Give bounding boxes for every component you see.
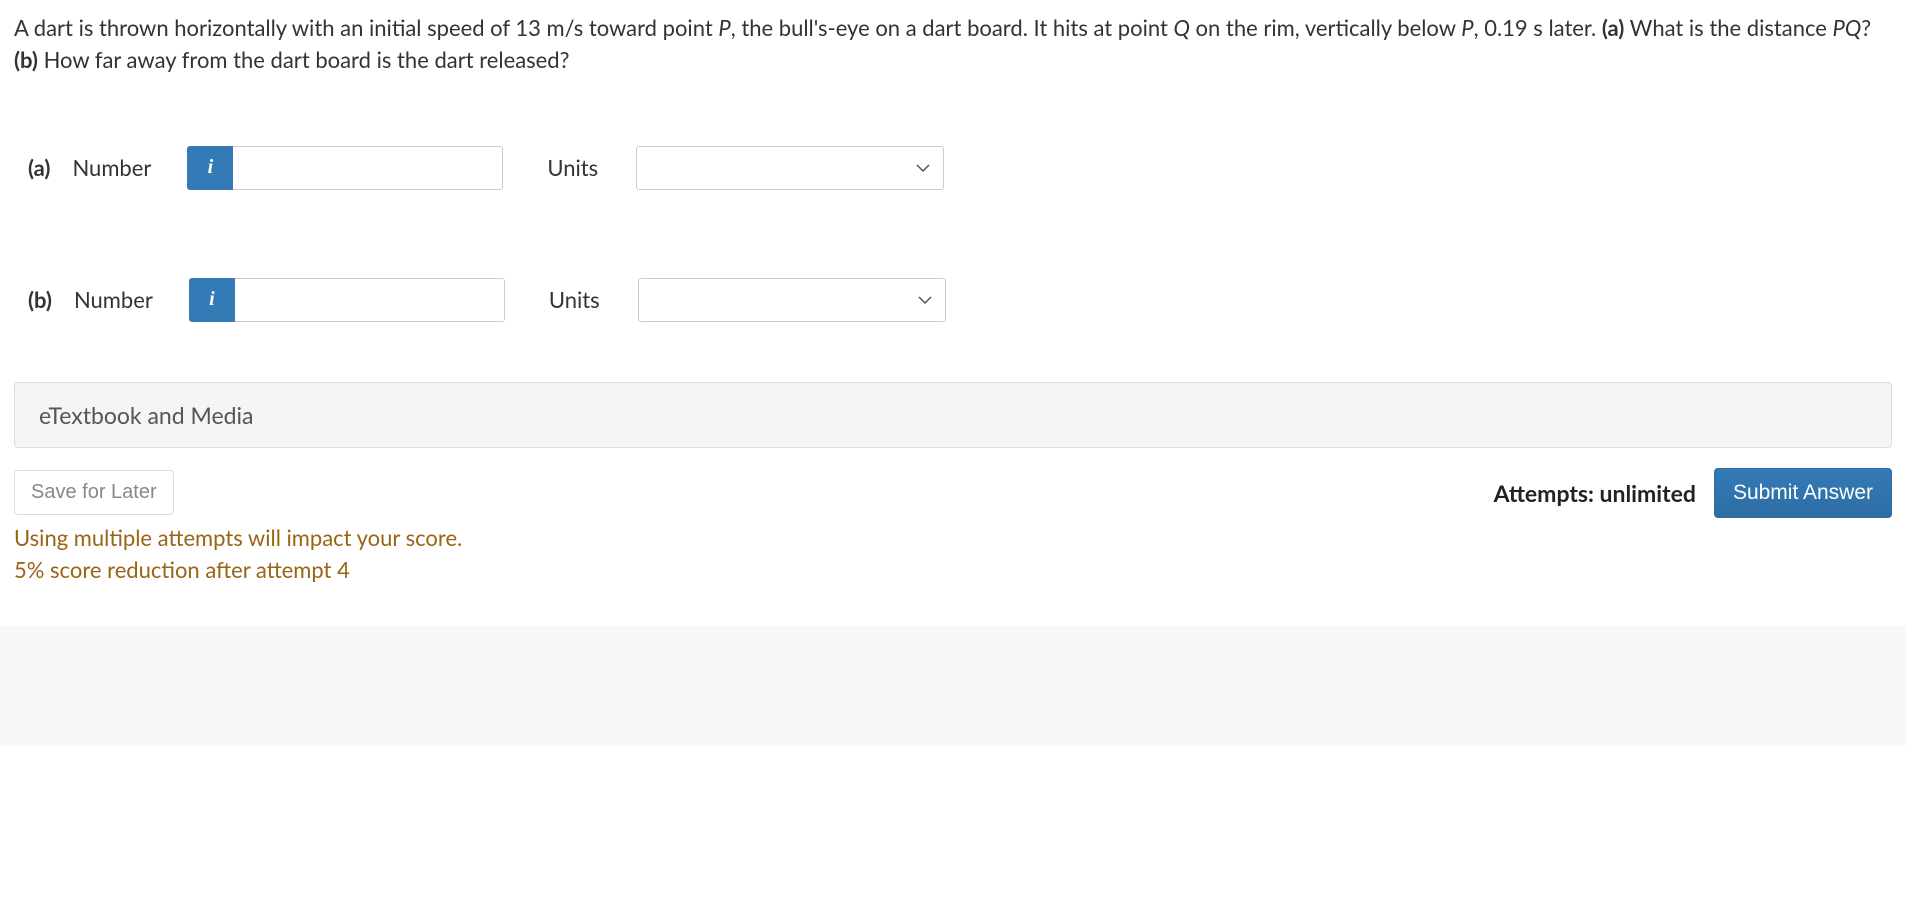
question-part: How far away from the dart board is the … [38, 46, 570, 73]
part-a-bold: (a) [1602, 14, 1624, 41]
submit-answer-button[interactable]: Submit Answer [1714, 468, 1892, 518]
units-select-a[interactable] [636, 146, 944, 190]
question-part: ? [1861, 14, 1871, 41]
part-label-a: (a) [28, 154, 50, 181]
save-for-later-button[interactable]: Save for Later [14, 470, 174, 515]
var-q: Q [1174, 14, 1190, 41]
info-icon[interactable]: i [187, 146, 233, 190]
var-p: P [718, 14, 730, 41]
question-part: What is the distance [1624, 14, 1832, 41]
accordion-title: eTextbook and Media [39, 401, 253, 429]
part-b-bold: (b) [14, 46, 38, 73]
question-part: on the rim, vertically below [1190, 14, 1461, 41]
var-pq: PQ [1833, 14, 1862, 41]
answer-row-b: (b) Number i Units [28, 278, 1892, 322]
policy-line: Using multiple attempts will impact your… [14, 522, 1892, 554]
units-label-b: Units [549, 286, 600, 313]
policy-line: 5% score reduction after attempt 4 [14, 554, 1892, 586]
units-select-wrap-a [636, 146, 944, 190]
question-part: A dart is thrown horizontally with an in… [14, 14, 718, 41]
info-icon[interactable]: i [189, 278, 235, 322]
question-part: , the bull's-eye on a dart board. It hit… [731, 14, 1174, 41]
question-part: , 0.19 s later. [1474, 14, 1602, 41]
footer-row: Save for Later Attempts: unlimited Submi… [14, 468, 1892, 518]
part-label-b: (b) [28, 286, 52, 313]
var-p: P [1461, 14, 1473, 41]
number-label-a: Number [72, 154, 151, 181]
answer-block: (a) Number i Units (b) Number i Units [28, 146, 1892, 322]
number-label-b: Number [74, 286, 153, 313]
etextbook-accordion[interactable]: eTextbook and Media [14, 382, 1892, 448]
score-policy-text: Using multiple attempts will impact your… [14, 522, 1892, 586]
bottom-band [0, 626, 1906, 746]
question-text: A dart is thrown horizontally with an in… [14, 12, 1892, 76]
answer-row-a: (a) Number i Units [28, 146, 1892, 190]
units-select-b[interactable] [638, 278, 946, 322]
number-input-b[interactable] [235, 278, 505, 322]
footer-right-group: Attempts: unlimited Submit Answer [1494, 468, 1892, 518]
units-select-wrap-b [638, 278, 946, 322]
units-label-a: Units [547, 154, 598, 181]
attempts-text: Attempts: unlimited [1494, 479, 1696, 507]
number-input-a[interactable] [233, 146, 503, 190]
